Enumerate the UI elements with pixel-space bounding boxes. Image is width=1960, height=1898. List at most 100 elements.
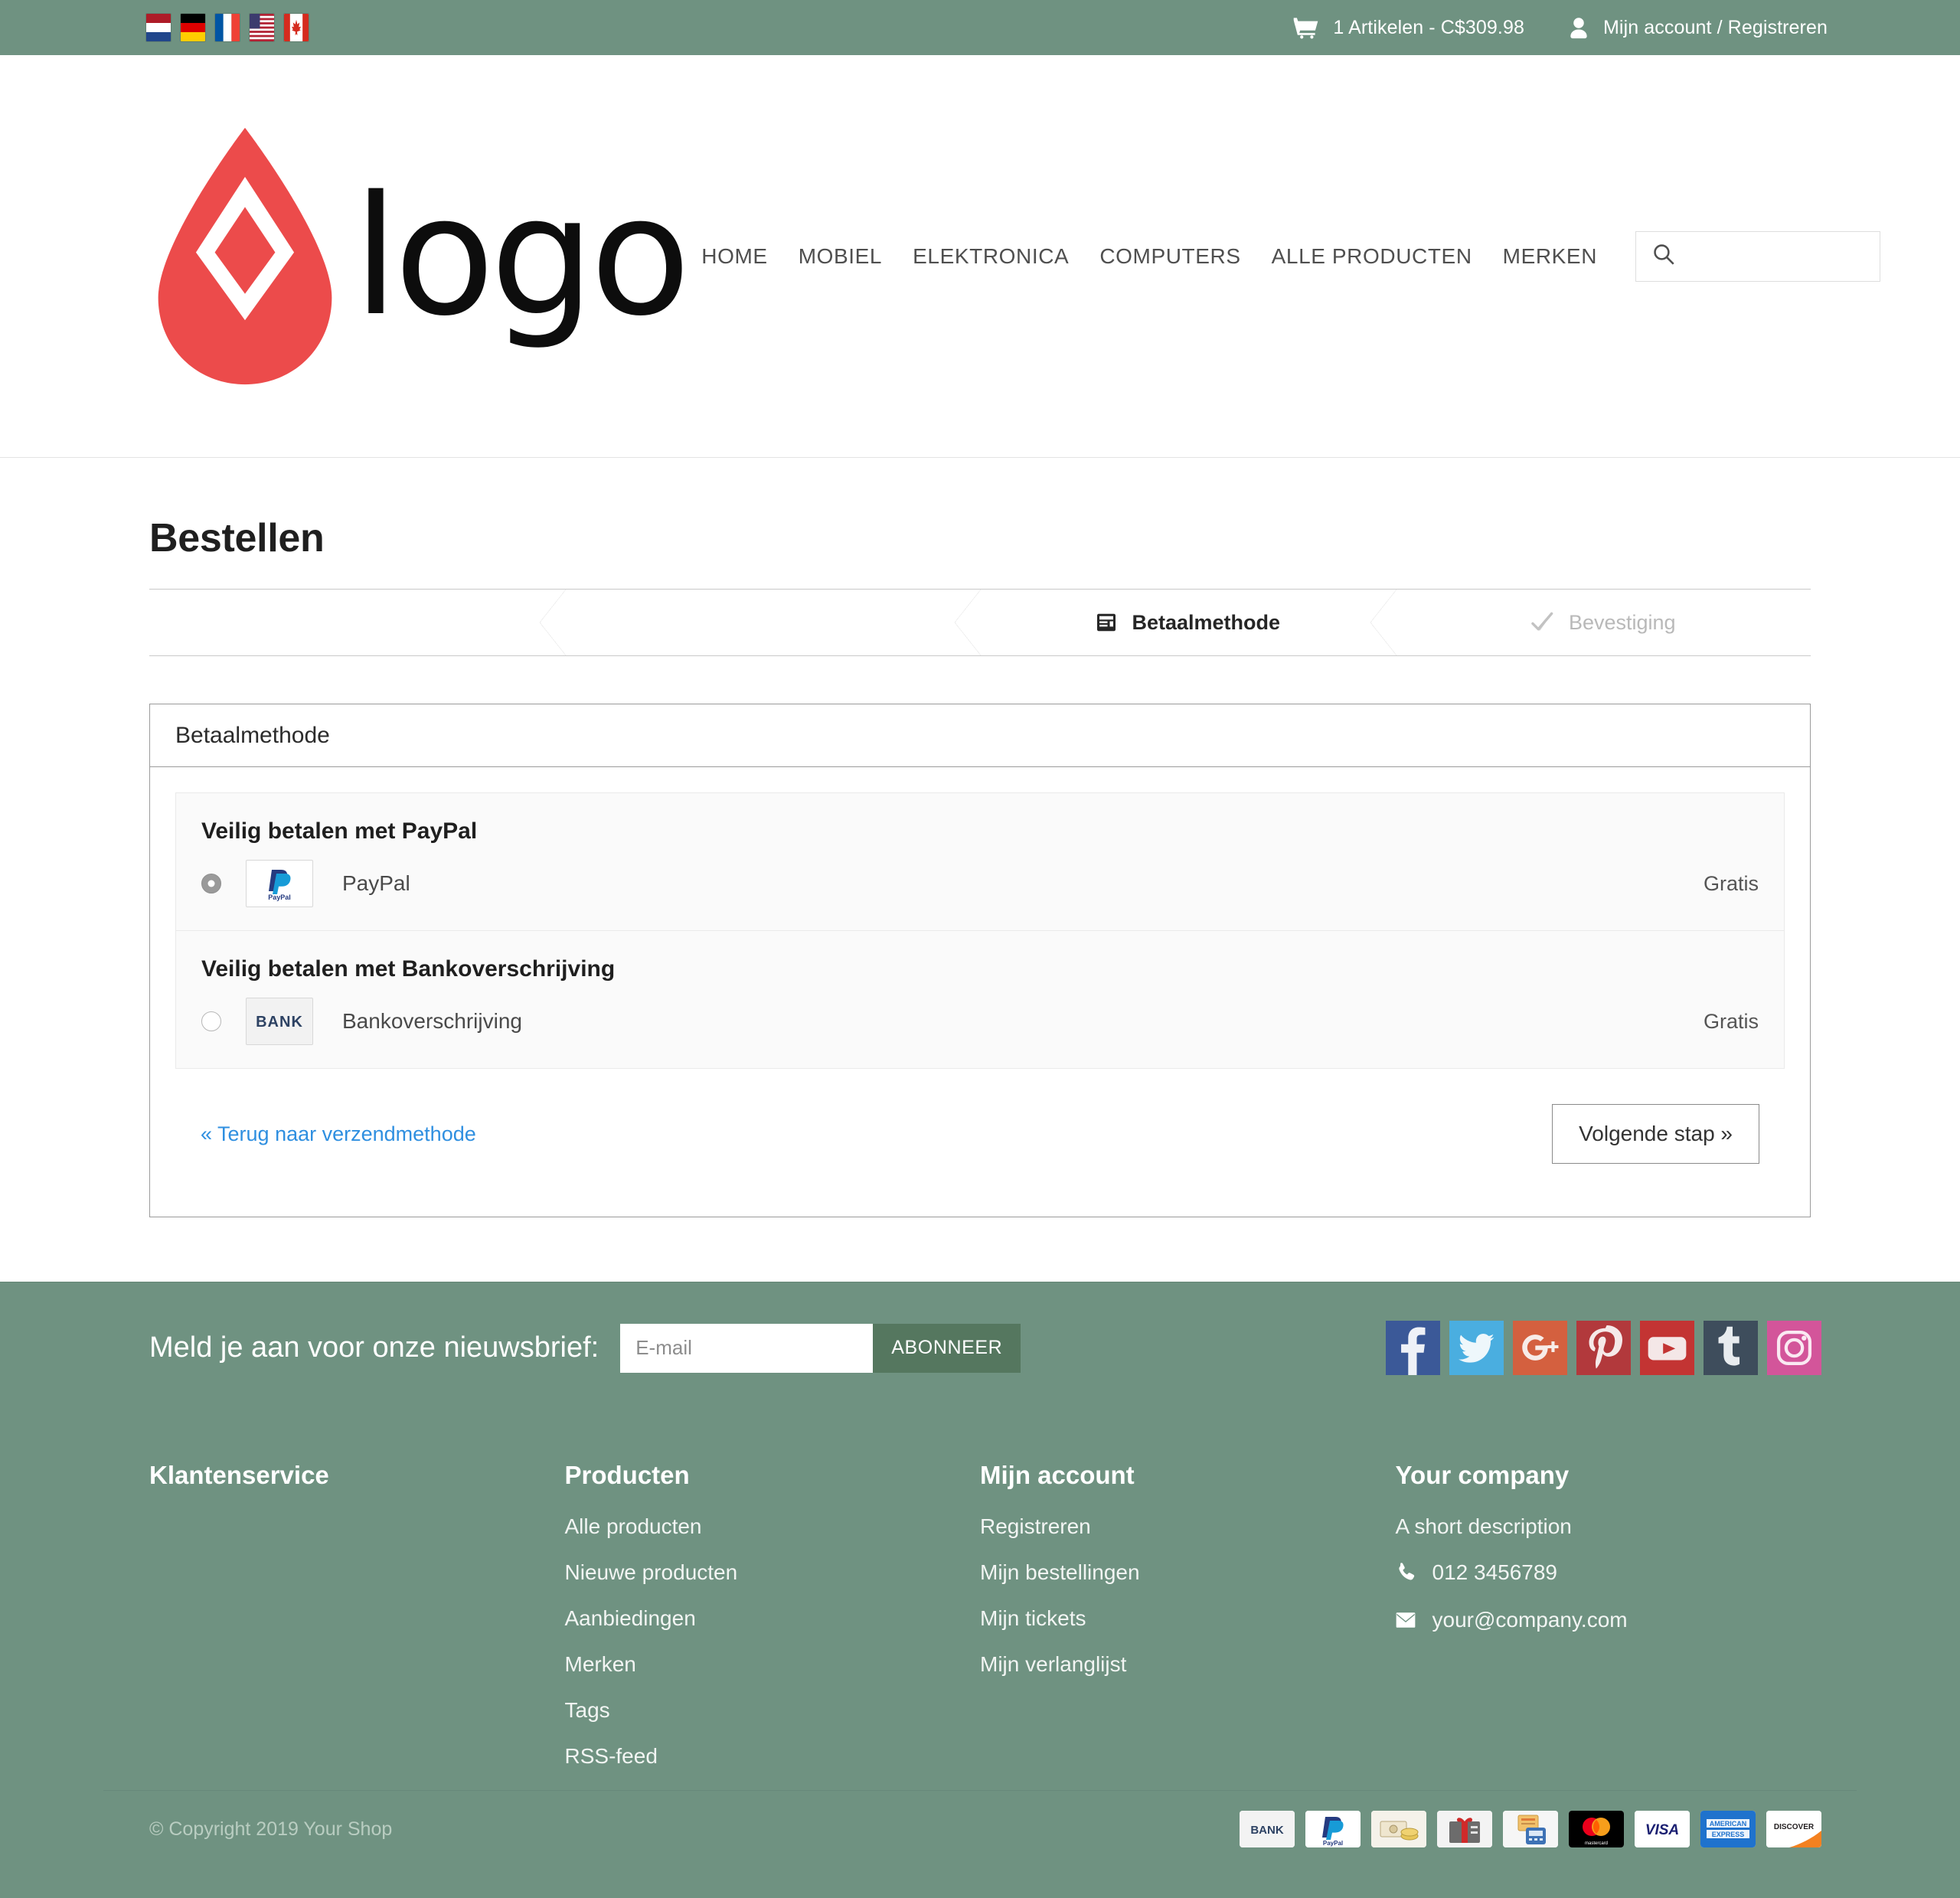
mastercard-badge-icon: mastercard <box>1569 1811 1624 1847</box>
checkout-step-confirmation[interactable]: Bevestiging <box>1396 590 1811 655</box>
checkout-page: Bestellen Betaalmethode Bevestiging Beta… <box>0 515 1960 1282</box>
payment-method-row-paypal[interactable]: PayPal PayPal Gratis <box>176 844 1784 930</box>
site-logo[interactable]: logo <box>103 124 691 388</box>
payment-method-row-bank[interactable]: BANK Bankoverschrijving Gratis <box>176 982 1784 1068</box>
copyright-bar: © Copyright 2019 Your Shop BANK PayPal m… <box>103 1790 1857 1867</box>
nav-item-home[interactable]: HOME <box>686 244 782 269</box>
flag-us-icon[interactable] <box>250 14 274 41</box>
social-links <box>1386 1321 1821 1375</box>
checkout-step-1[interactable] <box>149 590 565 655</box>
footer-link-tags[interactable]: Tags <box>565 1698 981 1723</box>
footer-link-rss-feed[interactable]: RSS-feed <box>565 1744 981 1769</box>
instagram-icon[interactable] <box>1767 1321 1821 1375</box>
facebook-icon[interactable] <box>1386 1321 1440 1375</box>
nav-item-merken[interactable]: MERKEN <box>1488 244 1612 269</box>
payment-radio-paypal[interactable] <box>201 874 221 893</box>
newsletter-subscribe-button[interactable]: ABONNEER <box>873 1323 1021 1373</box>
gift-badge-icon <box>1437 1811 1492 1847</box>
payment-group-title-paypal: Veilig betalen met PayPal <box>201 818 478 844</box>
bank-badge-icon: BANK <box>1240 1811 1295 1847</box>
search-icon <box>1653 243 1674 269</box>
paypal-logo-icon: PayPal <box>246 860 313 907</box>
search-box[interactable] <box>1635 230 1881 282</box>
phone-icon <box>1396 1562 1416 1583</box>
company-description: A short description <box>1395 1514 1572 1538</box>
checkout-step-payment[interactable]: Betaalmethode <box>980 590 1396 655</box>
account-link-text: Mijn account / Registreren <box>1602 16 1828 38</box>
footer-column-producten: Producten Alle producten Nieuwe producte… <box>565 1461 981 1790</box>
payment-method-panel: Betaalmethode Veilig betalen met PayPal … <box>149 704 1811 1217</box>
nav-item-alle-producten[interactable]: ALLE PRODUCTEN <box>1256 244 1488 269</box>
tumblr-icon[interactable] <box>1704 1321 1758 1375</box>
cart-summary[interactable]: 1 Artikelen - C$309.98 <box>1293 17 1524 39</box>
nav-item-elektronica[interactable]: ELEKTRONICA <box>897 244 1084 269</box>
checkout-steps: Betaalmethode Bevestiging <box>149 589 1811 656</box>
flag-fr-icon[interactable] <box>215 14 240 41</box>
footer-column-mijn-account: Mijn account Registreren Mijn bestelling… <box>980 1461 1396 1790</box>
user-icon <box>1569 17 1589 39</box>
google-plus-icon[interactable] <box>1513 1321 1567 1375</box>
copyright-text: © Copyright 2019 Your Shop <box>149 1818 393 1840</box>
payment-methods-bar: BANK PayPal mastercard VISA AMERICAN EXP… <box>1240 1811 1821 1847</box>
payment-radio-bank[interactable] <box>201 1011 221 1031</box>
check-icon <box>1530 611 1555 634</box>
footer-link-registreren[interactable]: Registreren <box>980 1514 1396 1539</box>
svg-text:AMERICAN: AMERICAN <box>1710 1820 1747 1828</box>
flag-de-icon[interactable] <box>181 14 205 41</box>
svg-text:DISCOVER: DISCOVER <box>1774 1823 1815 1831</box>
svg-text:BANK: BANK <box>256 1014 303 1031</box>
company-phone: 012 3456789 <box>1396 1560 1811 1585</box>
checkout-step-confirmation-label: Bevestiging <box>1568 610 1676 634</box>
flag-nl-icon[interactable] <box>146 14 171 41</box>
pinterest-icon[interactable] <box>1576 1321 1631 1375</box>
newsletter-form: ABONNEER <box>620 1323 1021 1373</box>
svg-text:VISA: VISA <box>1645 1822 1679 1838</box>
checkout-step-2[interactable] <box>565 590 981 655</box>
payment-method-list: Veilig betalen met PayPal PayPal PayPal … <box>175 792 1785 1069</box>
flag-ca-icon[interactable] <box>284 14 309 41</box>
footer-column-klantenservice: Klantenservice <box>149 1461 565 1790</box>
company-phone-text: 012 3456789 <box>1432 1560 1558 1584</box>
language-flag-list <box>103 14 309 41</box>
flame-logo-icon <box>149 124 341 388</box>
footer-link-mijn-verlanglijst[interactable]: Mijn verlanglijst <box>980 1652 1396 1677</box>
footer-heading-mijn-account: Mijn account <box>980 1461 1135 1489</box>
visa-badge-icon: VISA <box>1635 1811 1690 1847</box>
footer-link-merken[interactable]: Merken <box>565 1652 981 1677</box>
company-email: your@company.com <box>1396 1608 1811 1632</box>
footer-column-company: Your company A short description 012 345… <box>1396 1461 1811 1790</box>
nav-item-mobiel[interactable]: MOBIEL <box>783 244 897 269</box>
page-title: Bestellen <box>149 516 325 560</box>
youtube-icon[interactable] <box>1640 1321 1694 1375</box>
company-email-text: your@company.com <box>1432 1608 1628 1632</box>
next-step-button[interactable]: Volgende stap » <box>1552 1104 1759 1164</box>
footer-link-mijn-bestellingen[interactable]: Mijn bestellingen <box>980 1560 1396 1585</box>
payment-method-label-bank: Bankoverschrijving <box>342 1009 522 1033</box>
top-bar: 1 Artikelen - C$309.98 Mijn account / Re… <box>0 0 1960 55</box>
amex-badge-icon: AMERICAN EXPRESS <box>1700 1811 1756 1847</box>
bank-logo-icon: BANK <box>246 998 313 1045</box>
logo-wordmark: logo <box>353 159 691 352</box>
nav-item-computers[interactable]: COMPUTERS <box>1084 244 1256 269</box>
svg-text:BANK: BANK <box>1250 1824 1283 1837</box>
newsletter-title: Meld je aan voor onze nieuwsbrief: <box>149 1331 599 1364</box>
credit-card-icon <box>1095 611 1118 634</box>
svg-text:mastercard: mastercard <box>1585 1841 1608 1846</box>
checkout-step-payment-label: Betaalmethode <box>1132 610 1281 634</box>
footer-heading-klantenservice: Klantenservice <box>149 1461 329 1489</box>
footer-link-alle-producten[interactable]: Alle producten <box>565 1514 981 1539</box>
newsletter-email-input[interactable] <box>620 1323 874 1373</box>
footer-heading-company: Your company <box>1395 1461 1570 1489</box>
account-link[interactable]: Mijn account / Registreren <box>1569 17 1828 39</box>
footer-link-aanbiedingen[interactable]: Aanbiedingen <box>565 1606 981 1631</box>
footer-link-mijn-tickets[interactable]: Mijn tickets <box>980 1606 1396 1631</box>
payment-method-price-paypal: Gratis <box>1703 871 1759 895</box>
svg-text:PayPal: PayPal <box>268 893 291 901</box>
footer-link-nieuwe-producten[interactable]: Nieuwe producten <box>565 1560 981 1585</box>
main-navigation: HOME MOBIEL ELEKTRONICA COMPUTERS ALLE P… <box>686 230 1916 282</box>
twitter-icon[interactable] <box>1449 1321 1504 1375</box>
cart-icon <box>1293 17 1318 39</box>
svg-text:EXPRESS: EXPRESS <box>1712 1831 1745 1838</box>
back-to-shipping-link[interactable]: « Terug naar verzendmethode <box>201 1122 476 1146</box>
payment-panel-heading: Betaalmethode <box>150 704 1810 767</box>
